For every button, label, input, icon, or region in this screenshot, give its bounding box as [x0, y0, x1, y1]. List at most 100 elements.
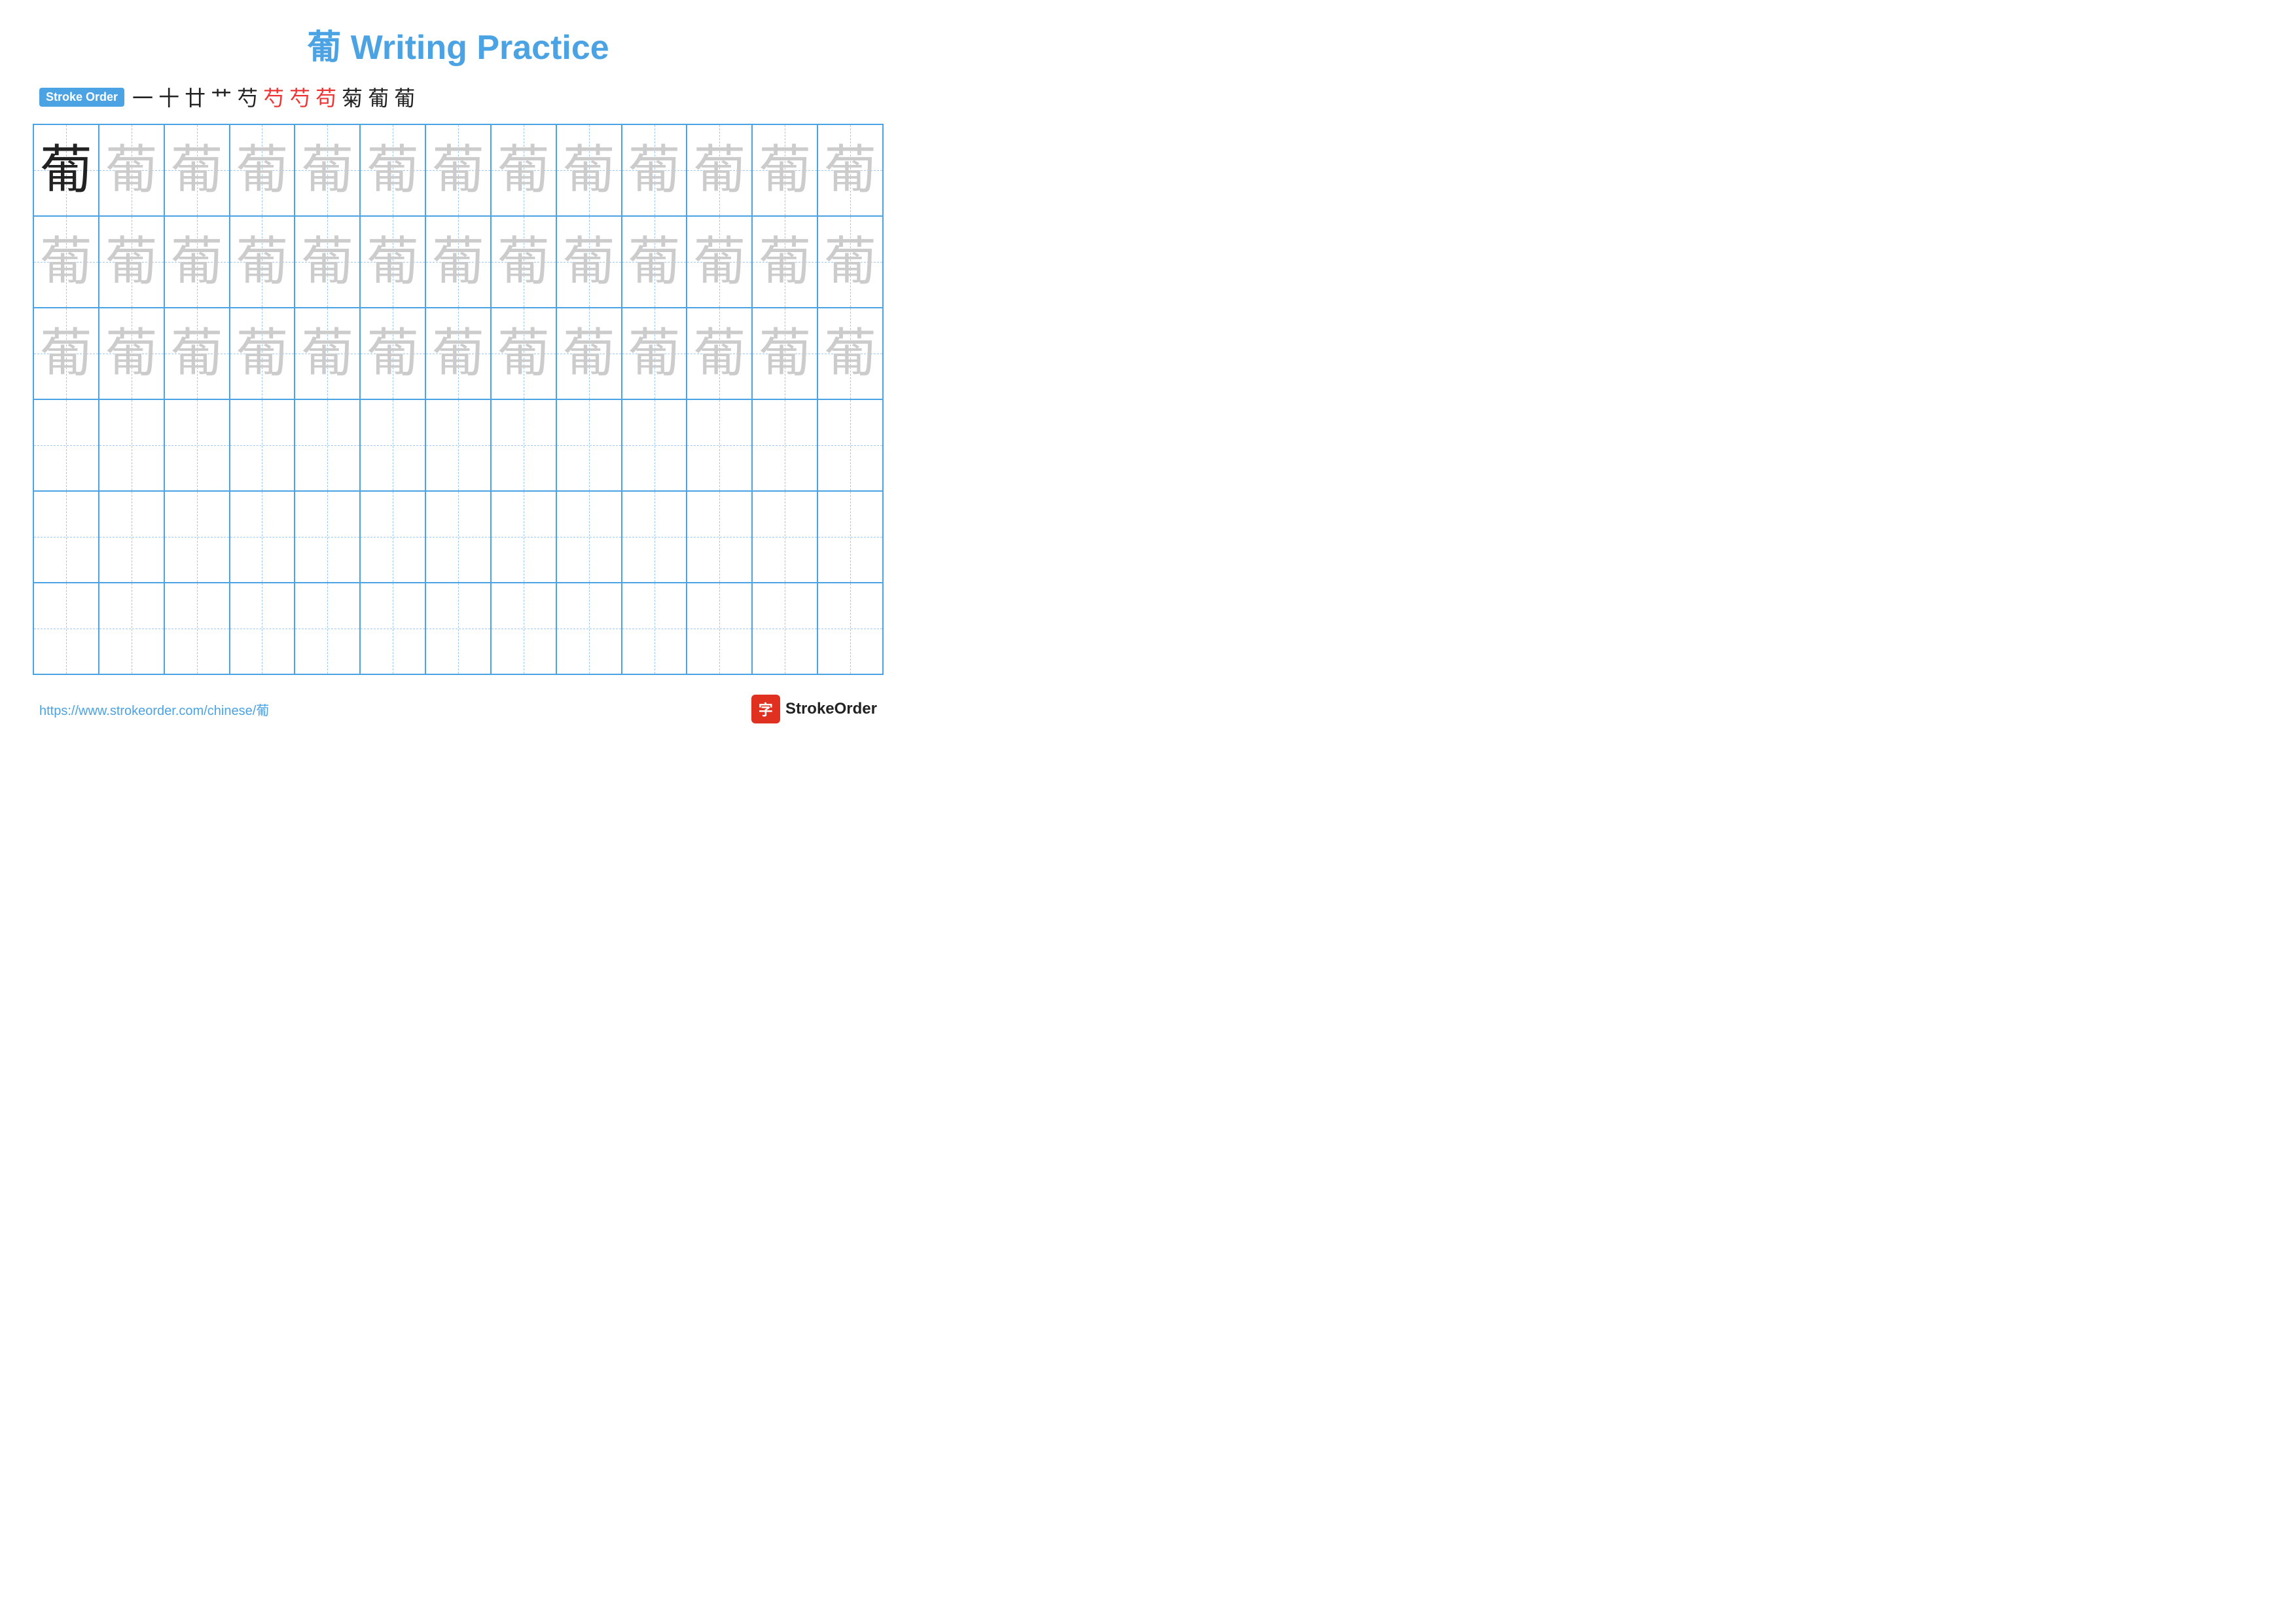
grid-cell-r1c1[interactable]: 葡 — [33, 124, 99, 216]
grid-cell-r1c4[interactable]: 葡 — [230, 124, 295, 216]
stroke-char-10: 葡 — [368, 82, 389, 112]
grid-cell-r4c5[interactable] — [295, 399, 360, 491]
char-display: 葡 — [367, 236, 419, 288]
page-title-section: 葡 Writing Practice — [33, 20, 884, 69]
grid-cell-r6c11[interactable] — [687, 583, 752, 674]
grid-cell-r6c6[interactable] — [360, 583, 425, 674]
grid-cell-r5c12[interactable] — [752, 491, 817, 583]
grid-cell-r2c10[interactable]: 葡 — [622, 216, 687, 308]
stroke-char-6: 芍 — [263, 82, 284, 112]
grid-cell-r6c9[interactable] — [556, 583, 622, 674]
grid-cell-r2c1[interactable]: 葡 — [33, 216, 99, 308]
grid-cell-r4c7[interactable] — [425, 399, 491, 491]
grid-cell-r6c10[interactable] — [622, 583, 687, 674]
grid-cell-r2c5[interactable]: 葡 — [295, 216, 360, 308]
char-display: 葡 — [40, 236, 92, 288]
stroke-char-11: 葡 — [394, 82, 415, 112]
grid-cell-r5c1[interactable] — [33, 491, 99, 583]
grid-cell-r1c2[interactable]: 葡 — [99, 124, 164, 216]
grid-cell-r1c12[interactable]: 葡 — [752, 124, 817, 216]
grid-cell-r4c8[interactable] — [491, 399, 556, 491]
grid-cell-r3c9[interactable]: 葡 — [556, 308, 622, 399]
grid-cell-r4c13[interactable] — [817, 399, 883, 491]
grid-cell-r3c8[interactable]: 葡 — [491, 308, 556, 399]
grid-cell-r4c2[interactable] — [99, 399, 164, 491]
grid-cell-r4c3[interactable] — [164, 399, 230, 491]
grid-cell-r2c3[interactable]: 葡 — [164, 216, 230, 308]
grid-cell-r3c5[interactable]: 葡 — [295, 308, 360, 399]
grid-cell-r6c5[interactable] — [295, 583, 360, 674]
grid-cell-r6c4[interactable] — [230, 583, 295, 674]
grid-cell-r3c12[interactable]: 葡 — [752, 308, 817, 399]
char-display: 葡 — [171, 144, 223, 196]
grid-cell-r5c2[interactable] — [99, 491, 164, 583]
grid-cell-r2c4[interactable]: 葡 — [230, 216, 295, 308]
grid-cell-r5c5[interactable] — [295, 491, 360, 583]
grid-cell-r1c10[interactable]: 葡 — [622, 124, 687, 216]
char-display: 葡 — [432, 236, 484, 288]
grid-cell-r2c7[interactable]: 葡 — [425, 216, 491, 308]
footer-url[interactable]: https://www.strokeorder.com/chinese/葡 — [39, 700, 269, 719]
grid-cell-r5c3[interactable] — [164, 491, 230, 583]
char-display: 葡 — [367, 327, 419, 380]
grid-cell-r3c10[interactable]: 葡 — [622, 308, 687, 399]
stroke-order-badge: Stroke Order — [39, 88, 124, 107]
char-display: 葡 — [236, 327, 288, 380]
char-display: 葡 — [236, 144, 288, 196]
grid-cell-r6c2[interactable] — [99, 583, 164, 674]
grid-cell-r3c2[interactable]: 葡 — [99, 308, 164, 399]
grid-cell-r6c1[interactable] — [33, 583, 99, 674]
char-display: 葡 — [301, 236, 353, 288]
grid-cell-r5c7[interactable] — [425, 491, 491, 583]
grid-cell-r2c2[interactable]: 葡 — [99, 216, 164, 308]
grid-cell-r5c10[interactable] — [622, 491, 687, 583]
grid-cell-r6c12[interactable] — [752, 583, 817, 674]
char-display: 葡 — [171, 236, 223, 288]
char-display: 葡 — [367, 144, 419, 196]
grid-cell-r2c8[interactable]: 葡 — [491, 216, 556, 308]
grid-cell-r2c13[interactable]: 葡 — [817, 216, 883, 308]
grid-cell-r5c6[interactable] — [360, 491, 425, 583]
grid-cell-r6c8[interactable] — [491, 583, 556, 674]
grid-cell-r3c13[interactable]: 葡 — [817, 308, 883, 399]
grid-cell-r4c4[interactable] — [230, 399, 295, 491]
grid-cell-r3c3[interactable]: 葡 — [164, 308, 230, 399]
char-display: 葡 — [824, 327, 876, 380]
grid-cell-r5c8[interactable] — [491, 491, 556, 583]
grid-cell-r5c4[interactable] — [230, 491, 295, 583]
char-display: 葡 — [824, 144, 876, 196]
grid-cell-r3c4[interactable]: 葡 — [230, 308, 295, 399]
grid-cell-r6c13[interactable] — [817, 583, 883, 674]
grid-cell-r1c5[interactable]: 葡 — [295, 124, 360, 216]
grid-cell-r1c8[interactable]: 葡 — [491, 124, 556, 216]
grid-cell-r6c7[interactable] — [425, 583, 491, 674]
grid-cell-r3c6[interactable]: 葡 — [360, 308, 425, 399]
grid-cell-r5c11[interactable] — [687, 491, 752, 583]
grid-cell-r4c9[interactable] — [556, 399, 622, 491]
stroke-char-4: 艹 — [211, 82, 232, 112]
grid-cell-r1c6[interactable]: 葡 — [360, 124, 425, 216]
grid-cell-r1c3[interactable]: 葡 — [164, 124, 230, 216]
grid-cell-r4c6[interactable] — [360, 399, 425, 491]
grid-cell-r4c1[interactable] — [33, 399, 99, 491]
grid-cell-r2c12[interactable]: 葡 — [752, 216, 817, 308]
grid-cell-r1c9[interactable]: 葡 — [556, 124, 622, 216]
grid-cell-r1c7[interactable]: 葡 — [425, 124, 491, 216]
grid-cell-r3c1[interactable]: 葡 — [33, 308, 99, 399]
logo-icon: 字 — [751, 695, 780, 723]
grid-cell-r1c11[interactable]: 葡 — [687, 124, 752, 216]
grid-cell-r3c11[interactable]: 葡 — [687, 308, 752, 399]
char-display: 葡 — [824, 236, 876, 288]
grid-cell-r4c11[interactable] — [687, 399, 752, 491]
grid-cell-r2c9[interactable]: 葡 — [556, 216, 622, 308]
grid-cell-r1c13[interactable]: 葡 — [817, 124, 883, 216]
grid-cell-r2c11[interactable]: 葡 — [687, 216, 752, 308]
grid-cell-r3c7[interactable]: 葡 — [425, 308, 491, 399]
char-display: 葡 — [40, 327, 92, 380]
grid-cell-r5c13[interactable] — [817, 491, 883, 583]
grid-cell-r2c6[interactable]: 葡 — [360, 216, 425, 308]
grid-cell-r5c9[interactable] — [556, 491, 622, 583]
grid-cell-r4c12[interactable] — [752, 399, 817, 491]
grid-cell-r6c3[interactable] — [164, 583, 230, 674]
grid-cell-r4c10[interactable] — [622, 399, 687, 491]
